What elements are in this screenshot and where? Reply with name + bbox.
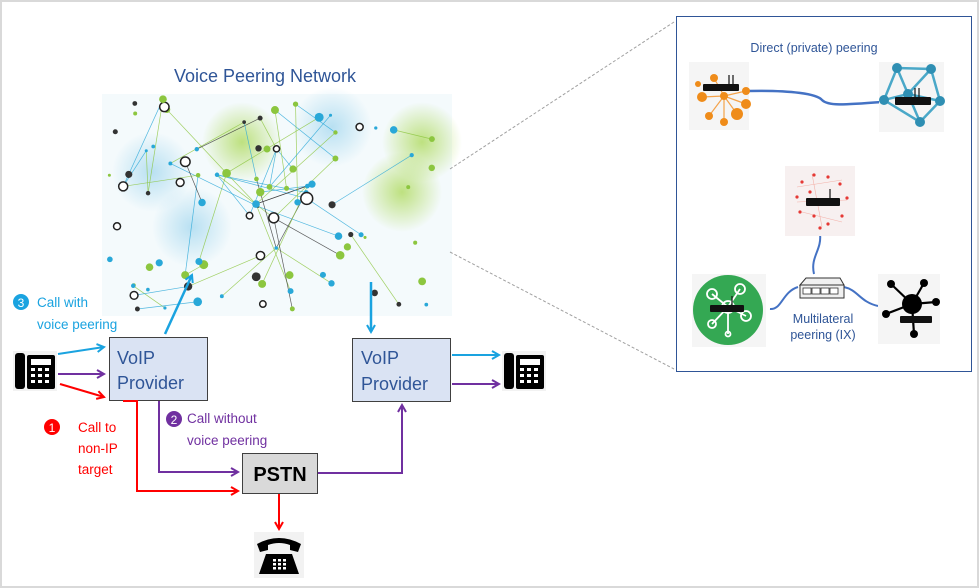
- call3-phone-to-voip-arrow: [57, 347, 104, 355]
- svg-text:1: 1: [49, 421, 56, 435]
- voip-right-line1: VoIP: [361, 348, 399, 368]
- ix-switch-icon: [798, 277, 845, 299]
- zoom-guide-bottom: [449, 251, 675, 370]
- call1-phone-to-voip-arrow: [59, 383, 104, 397]
- diagram-canvas: Voice Peering Network Direct (private) p…: [2, 2, 977, 586]
- diagram-title: Voice Peering Network: [174, 66, 357, 86]
- voip-provider-left: VoIP Provider: [109, 337, 208, 401]
- black-network-icon: [878, 274, 940, 344]
- pstn-label: PSTN: [253, 464, 306, 486]
- svg-text:voice peering: voice peering: [37, 317, 117, 332]
- network-graphic: [102, 87, 462, 316]
- svg-text:target: target: [78, 462, 113, 477]
- zoom-guide-top: [449, 21, 675, 170]
- voip-provider-right: VoIP Provider: [352, 338, 451, 402]
- svg-text:2: 2: [171, 413, 178, 427]
- call2-annotation: 2 Call without voice peering: [166, 411, 267, 448]
- ix-label-line1: Multilateral: [793, 312, 853, 326]
- voip-left-line2: Provider: [117, 373, 184, 393]
- pstn-telephone-icon: [254, 532, 304, 578]
- svg-text:3: 3: [18, 296, 25, 310]
- blue-mesh-network-icon: [879, 62, 945, 132]
- voip-left-line1: VoIP: [117, 348, 155, 368]
- voip-right-line2: Provider: [361, 374, 428, 394]
- svg-text:Call to: Call to: [78, 420, 116, 435]
- green-network-icon: [692, 274, 766, 347]
- call2-pstn-to-voip-arrow: [318, 405, 402, 474]
- call1-annotation: 1 Call to non-IP target: [44, 419, 118, 477]
- callee-desk-phone-icon: [502, 351, 546, 391]
- call3-annotation: 3 Call with voice peering: [13, 294, 117, 332]
- pstn-node: PSTN: [242, 453, 318, 494]
- caller-desk-phone-icon: [13, 351, 57, 391]
- svg-text:Call without: Call without: [187, 411, 257, 426]
- svg-text:voice peering: voice peering: [187, 433, 267, 448]
- red-network-icon: [785, 166, 855, 236]
- diagram-svg: Voice Peering Network Direct (private) p…: [13, 16, 972, 578]
- svg-text:Call with: Call with: [37, 295, 88, 310]
- ix-label-line2: peering (IX): [790, 328, 855, 342]
- direct-peering-label: Direct (private) peering: [750, 41, 877, 55]
- orange-network-icon: [689, 62, 751, 130]
- svg-text:non-IP: non-IP: [78, 441, 118, 456]
